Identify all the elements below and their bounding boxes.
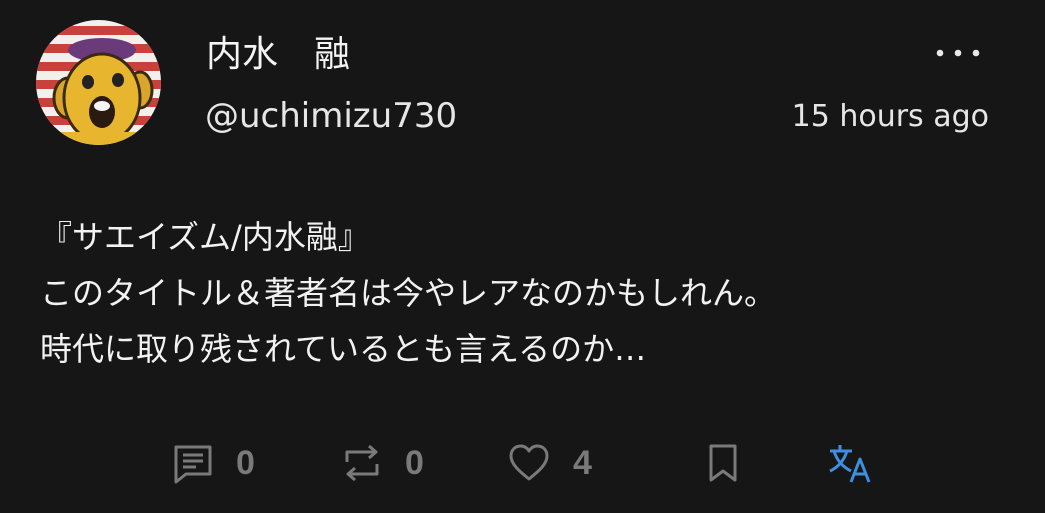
more-horizontal-icon [936,49,980,57]
avatar[interactable] [36,20,161,145]
post-body-line: 時代に取り残されているとも言えるのか… [40,330,647,368]
like-button[interactable]: 4 [507,438,592,488]
post-timestamp[interactable]: 15 hours ago [792,97,989,137]
heart-icon [509,444,549,481]
like-count: 4 [573,443,592,482]
comment-icon [174,445,212,484]
action-bar: 0 0 4 [0,438,1045,488]
translate-button[interactable] [827,438,873,488]
user-handle[interactable]: @uchimizu730 [205,93,457,139]
translate-icon [829,445,871,483]
repost-button[interactable]: 0 [341,438,424,488]
reply-count: 0 [236,443,255,482]
bookmark-button[interactable] [704,438,742,488]
post-card: 内水 融 @uchimizu730 15 hours ago 『サエイズム/内水… [0,0,1045,513]
display-name[interactable]: 内水 融 [206,30,350,80]
more-options-button[interactable] [930,38,986,68]
cartoon-face-avatar-icon [36,20,161,145]
post-body-line: 『サエイズム/内水融』 [40,218,370,256]
reply-button[interactable]: 0 [172,438,255,488]
bookmark-icon [709,444,737,482]
repost-count: 0 [405,443,424,482]
repost-icon [345,444,379,482]
post-body: 『サエイズム/内水融』 このタイトル＆著者名は今やレアなのかもしれん。 時代に取… [40,209,776,377]
post-body-line: このタイトル＆著者名は今やレアなのかもしれん。 [40,274,777,312]
